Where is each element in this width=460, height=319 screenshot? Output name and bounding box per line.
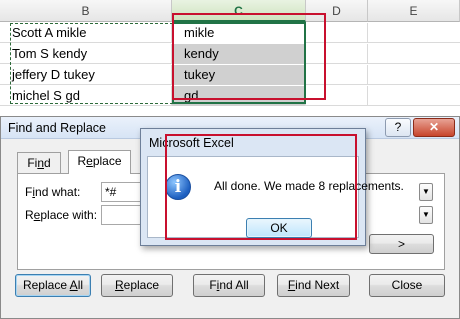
tab-find[interactable]: Find — [17, 152, 61, 174]
find-next-button[interactable]: Find Next — [277, 274, 350, 297]
help-button[interactable]: ? — [385, 118, 411, 137]
highlight-annotation — [165, 134, 357, 240]
copy-marquee — [10, 23, 173, 104]
chevron-down-icon: ▼ — [422, 187, 430, 196]
chevron-right-icon: > — [397, 237, 405, 251]
replace-with-label: Replace with: — [25, 208, 98, 222]
options-button[interactable]: > — [369, 234, 434, 254]
replace-with-dropdown[interactable]: ▼ — [419, 206, 433, 224]
column-header-e[interactable]: E — [368, 0, 460, 22]
close-icon[interactable]: ✕ — [413, 118, 455, 137]
find-what-label: Find what: — [25, 185, 81, 199]
cell-e[interactable] — [368, 44, 460, 64]
message-box: Microsoft Excel i All done. We made 8 re… — [140, 128, 404, 246]
find-all-button[interactable]: Find All — [193, 274, 265, 297]
close-button[interactable]: Close — [369, 274, 445, 297]
replace-with-input[interactable] — [101, 205, 141, 225]
cell-e[interactable] — [368, 65, 460, 85]
replace-all-button[interactable]: Replace All — [15, 274, 91, 297]
chevron-down-icon: ▼ — [422, 210, 430, 219]
replace-button[interactable]: Replace — [101, 274, 173, 297]
find-what-input[interactable]: *# — [101, 182, 141, 202]
cell-e[interactable] — [368, 86, 460, 106]
column-header-b[interactable]: B — [0, 0, 172, 22]
find-what-dropdown[interactable]: ▼ — [419, 183, 433, 201]
dialog-title: Find and Replace — [8, 121, 106, 135]
highlight-annotation — [172, 13, 326, 100]
tab-replace[interactable]: Replace — [68, 150, 131, 174]
cell-e[interactable] — [368, 23, 460, 43]
spreadsheet: B C D E Scott A mikle mikle Tom S kendy … — [0, 0, 460, 118]
